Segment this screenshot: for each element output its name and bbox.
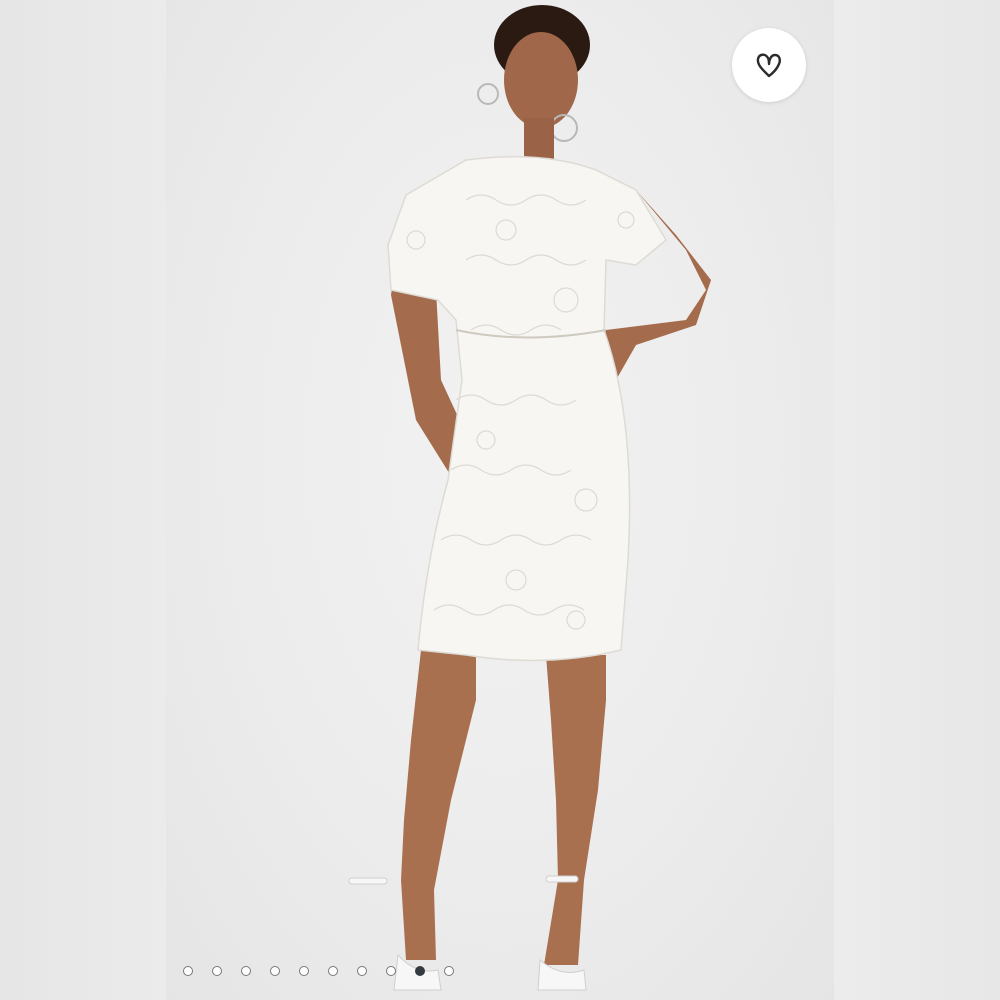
pager-dot[interactable]: [357, 966, 367, 976]
pager-dot[interactable]: [444, 966, 454, 976]
pager-dot[interactable]: [328, 966, 338, 976]
pager-dot[interactable]: [241, 966, 251, 976]
favorite-button[interactable]: [732, 28, 806, 102]
heart-outline-icon: [756, 53, 781, 78]
previous-image-preview[interactable]: [0, 0, 166, 1000]
pager-dot[interactable]: [270, 966, 280, 976]
pager-dot[interactable]: [386, 966, 396, 976]
product-photo[interactable]: [166, 0, 834, 1000]
image-pager: [183, 966, 454, 976]
pager-dot[interactable]: [299, 966, 309, 976]
model-illustration: [348, 5, 711, 991]
image-viewer: [0, 0, 1000, 1000]
pager-dot[interactable]: [212, 966, 222, 976]
pager-dot[interactable]: [183, 966, 193, 976]
pager-dot[interactable]: [415, 966, 425, 976]
next-image-preview[interactable]: [834, 0, 1000, 1000]
